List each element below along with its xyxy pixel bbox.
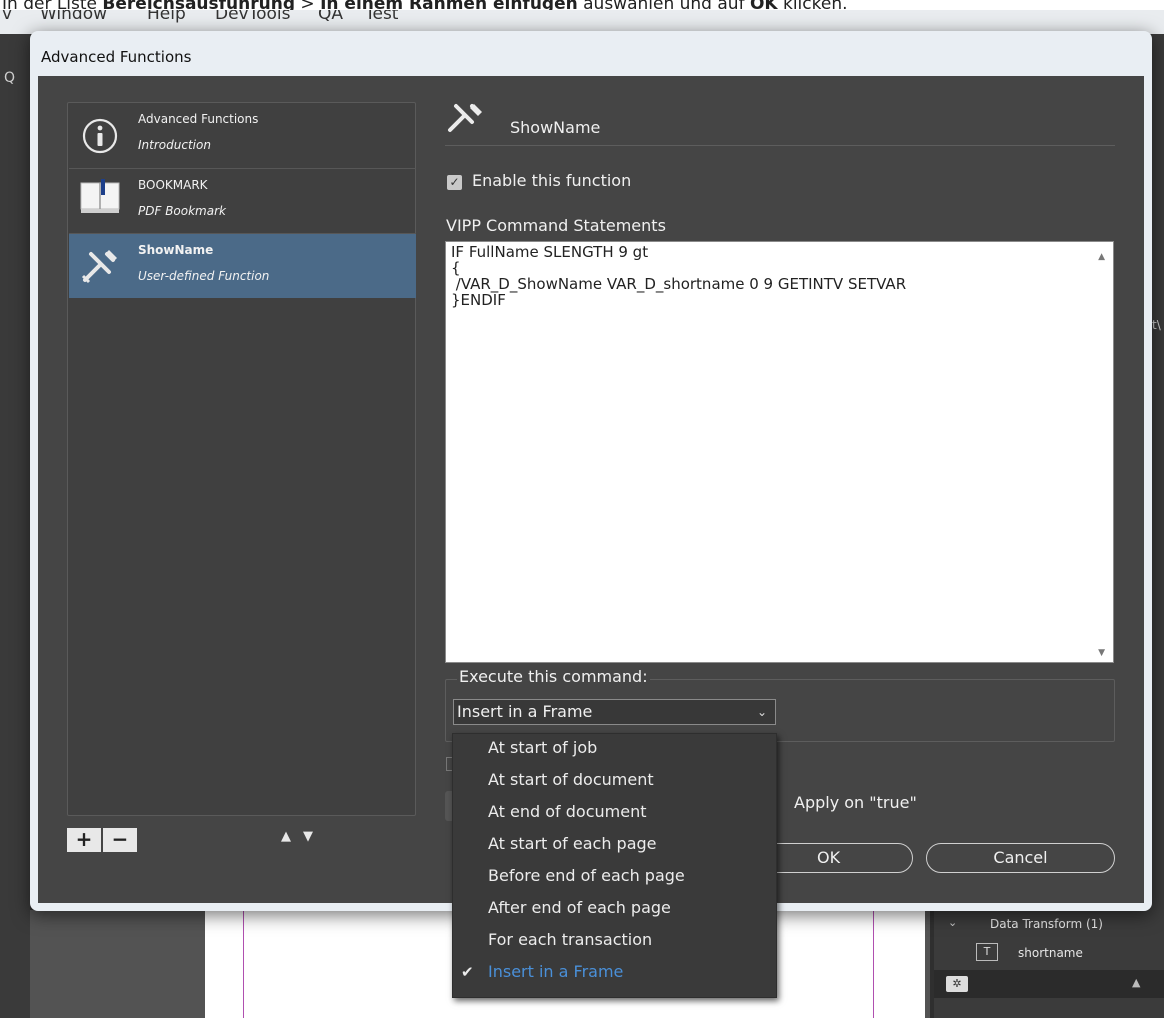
vipp-command-text[interactable]: IF FullName SLENGTH 9 gt { /VAR_D_ShowNa… <box>451 244 906 308</box>
settings-icon[interactable]: ✲ <box>946 976 968 992</box>
function-item-showname[interactable]: ShowName User-defined Function <box>69 234 416 298</box>
vipp-command-editor[interactable]: IF FullName SLENGTH 9 gt { /VAR_D_ShowNa… <box>445 241 1114 663</box>
function-item-bookmark[interactable]: BOOKMARK PDF Bookmark <box>69 169 416 233</box>
header-divider <box>445 145 1115 146</box>
execute-select[interactable]: Insert in a Frame ⌄ <box>453 699 776 725</box>
book-icon <box>80 179 120 213</box>
panel-footer: ✲ ▲ <box>934 970 1164 998</box>
function-subtitle: User-defined Function <box>138 269 270 283</box>
list-buttons: + − <box>67 828 137 852</box>
page-margin-guide <box>873 910 874 1018</box>
function-title: Advanced Functions <box>138 112 259 126</box>
right-edge-text: t\ <box>1152 318 1161 332</box>
arrow-up-icon[interactable]: ▲ <box>1132 976 1140 989</box>
tools-icon <box>448 104 482 132</box>
left-toolbar <box>0 34 30 1018</box>
option-after-end-of-each-page[interactable]: After end of each page <box>453 894 776 926</box>
function-title: ShowName <box>138 243 214 257</box>
menu-item-test[interactable]: Test <box>365 10 398 24</box>
add-function-button[interactable]: + <box>67 828 101 852</box>
checkmark-icon: ✔ <box>461 963 474 981</box>
menu-item-qa[interactable]: QA <box>318 10 343 24</box>
remove-function-button[interactable]: − <box>103 828 137 852</box>
data-transform-row[interactable]: ⌄ Data Transform (1) <box>934 910 1164 938</box>
data-panel: ⌄ Data Transform (1) T shortname ✲ ▲ <box>934 910 1164 1018</box>
option-end-of-document[interactable]: At end of document <box>453 798 776 830</box>
scroll-down-icon[interactable]: ▼ <box>1098 648 1105 658</box>
execute-dropdown-menu: At start of job At start of document At … <box>452 733 777 998</box>
function-name: ShowName <box>510 118 601 137</box>
function-subtitle: Introduction <box>138 138 211 152</box>
function-subtitle: PDF Bookmark <box>138 204 226 218</box>
function-item-advanced-functions[interactable]: Advanced Functions Introduction <box>69 103 416 167</box>
execute-select-value: Insert in a Frame <box>457 702 593 721</box>
shortname-row[interactable]: T shortname <box>934 940 1164 968</box>
vipp-commands-label: VIPP Command Statements <box>446 216 666 235</box>
option-start-of-document[interactable]: At start of document <box>453 766 776 798</box>
move-down-icon[interactable]: ▼ <box>303 829 313 844</box>
option-start-of-each-page[interactable]: At start of each page <box>453 830 776 862</box>
enable-function-label[interactable]: Enable this function <box>472 171 631 190</box>
chevron-down-icon[interactable]: ⌄ <box>757 700 767 724</box>
scroll-up-icon[interactable]: ▲ <box>1098 252 1105 262</box>
option-label: Insert in a Frame <box>488 962 624 981</box>
option-start-of-job[interactable]: At start of job <box>453 734 776 766</box>
menu-item-window[interactable]: Window <box>40 10 107 24</box>
menu-item-devtools[interactable]: DevTools <box>215 10 291 24</box>
menu-item-view[interactable]: v <box>2 10 12 24</box>
page-margin-guide <box>243 910 244 1018</box>
option-before-end-of-each-page[interactable]: Before end of each page <box>453 862 776 894</box>
data-transform-label: Data Transform (1) <box>990 917 1103 931</box>
dialog-title: Advanced Functions <box>41 48 192 66</box>
option-for-each-transaction[interactable]: For each transaction <box>453 926 776 958</box>
apply-on-true-label: Apply on "true" <box>794 793 917 812</box>
zoom-icon: Q <box>4 70 16 86</box>
tools-icon <box>81 250 117 284</box>
move-up-icon[interactable]: ▲ <box>281 829 291 844</box>
execute-label: Execute this command: <box>457 667 650 686</box>
option-insert-in-frame[interactable]: ✔ Insert in a Frame <box>453 958 776 990</box>
cancel-button[interactable]: Cancel <box>926 843 1115 873</box>
chevron-down-icon[interactable]: ⌄ <box>948 916 957 929</box>
info-icon <box>82 118 118 154</box>
shortname-label: shortname <box>1018 946 1083 960</box>
function-title: BOOKMARK <box>138 178 208 192</box>
text-variable-icon: T <box>976 943 998 961</box>
enable-function-checkbox[interactable]: ✓ <box>447 175 462 190</box>
function-list[interactable]: Advanced Functions Introduction BOOKMARK… <box>67 102 416 816</box>
menu-item-help[interactable]: Help <box>147 10 186 24</box>
